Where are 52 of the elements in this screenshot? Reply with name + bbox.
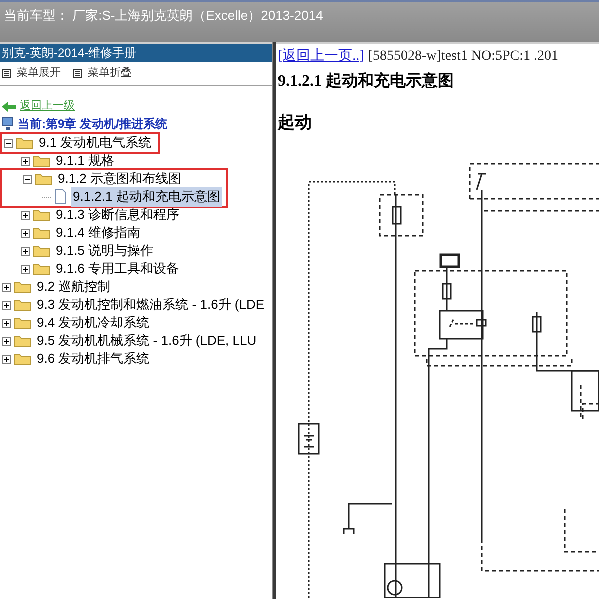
folder-icon (35, 172, 53, 186)
expand-toggle[interactable] (21, 228, 30, 238)
collapse-toggle[interactable] (4, 138, 13, 148)
folder-icon (14, 316, 32, 330)
tree-folder-item[interactable]: 9.3 发动机控制和燃油系统 - 1.6升 (LDE (35, 295, 267, 315)
tree-folder-item[interactable]: 9.1.4 维修指南 (54, 223, 143, 243)
computer-icon (2, 116, 14, 130)
tree-page-item[interactable]: 9.1.2.1 起动和充电示意图 (71, 187, 222, 207)
tree-folder-item[interactable]: 9.1.3 诊断信息和程序 (54, 205, 182, 225)
folder-icon (33, 154, 51, 168)
tree-folder-item[interactable]: 9.1 发动机电气系统 (37, 133, 154, 153)
expand-toggle[interactable] (2, 300, 11, 310)
back-link[interactable]: 返回上一级 (20, 98, 75, 115)
tree-folder-item[interactable]: 9.5 发动机机械系统 - 1.6升 (LDE, LLU (35, 331, 259, 351)
expand-toggle[interactable] (2, 336, 11, 346)
tree-folder-item[interactable]: 9.1.2 示意图和布线图 (56, 169, 184, 189)
expand-toggle[interactable] (21, 246, 30, 256)
expand-toggle[interactable] (2, 282, 11, 292)
document-info: [5855028-w]test1 NO:5PC:1 .201 (368, 48, 558, 66)
tree-folder-item[interactable]: 9.1.6 专用工具和设备 (54, 259, 182, 279)
folder-icon (16, 136, 34, 150)
folder-icon (14, 298, 32, 312)
expand-toggle[interactable] (2, 318, 11, 328)
section-heading: 起动 (278, 112, 313, 134)
folder-icon (14, 280, 32, 294)
tree-folder-item[interactable]: 9.1.1 规格 (54, 151, 117, 171)
folder-icon (33, 262, 51, 276)
tree-folder-item[interactable]: 9.6 发动机排气系统 (35, 349, 152, 369)
menu-toggle-button[interactable]: 菜单展开 (2, 65, 61, 82)
expand-toggle[interactable] (21, 210, 30, 220)
document-icon (54, 189, 68, 205)
folder-icon (33, 244, 51, 258)
folder-icon (33, 208, 51, 222)
collapse-toggle[interactable] (23, 174, 32, 184)
expand-toggle[interactable] (21, 264, 30, 274)
page-title: 9.1.2.1 起动和充电示意图 (278, 71, 455, 92)
folder-icon (33, 226, 51, 240)
back-link[interactable]: [返回上一页..] (278, 46, 364, 67)
expand-toggle[interactable] (21, 156, 30, 166)
sidebar-header: 别克-英朗-2014-维修手册 (0, 44, 272, 62)
current-chapter: 当前:第9章 发动机/推进系统 (18, 116, 168, 132)
window-title: 当前车型： 厂家:S-上海别克英朗（Excelle）2013-2014 (4, 8, 324, 23)
list-icon (2, 69, 11, 78)
back-arrow-icon (2, 102, 16, 112)
folder-icon (14, 352, 32, 366)
expand-toggle[interactable] (2, 354, 11, 364)
menu-toggle-button[interactable]: 菜单折叠 (73, 65, 132, 82)
list-icon (73, 69, 82, 78)
tree-folder-item[interactable]: 9.2 巡航控制 (35, 277, 113, 297)
tree-folder-item[interactable]: 9.1.5 说明与操作 (54, 241, 156, 261)
folder-icon (14, 334, 32, 348)
tree-folder-item[interactable]: 9.4 发动机冷却系统 (35, 313, 152, 333)
